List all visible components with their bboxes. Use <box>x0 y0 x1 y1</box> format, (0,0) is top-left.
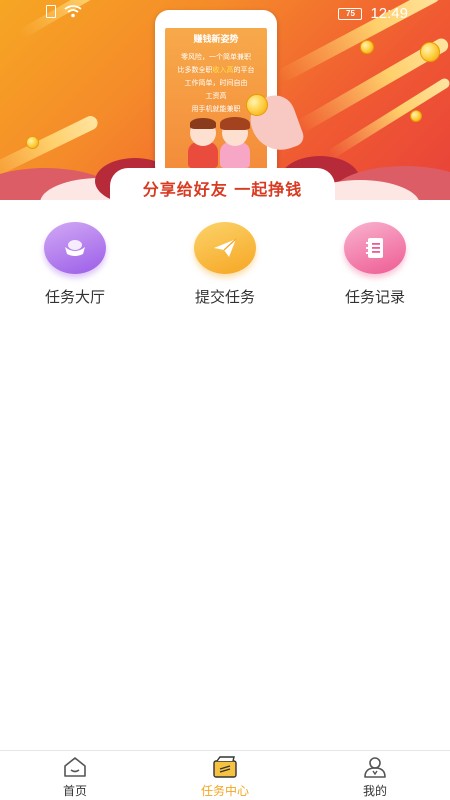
home-icon <box>64 757 86 777</box>
kid-hair <box>190 118 216 129</box>
tab-label: 首页 <box>62 784 87 798</box>
submit-task-entry[interactable]: 提交任务 <box>170 222 280 312</box>
entry-label: 任务大厅 <box>44 288 105 306</box>
tab-task-center[interactable]: 任务中心 <box>180 755 270 799</box>
phone-line: 工作简单，时间自由 <box>184 79 248 87</box>
notebook-icon <box>366 238 383 258</box>
banner-slogan: 分享给好友 一起挣钱 <box>142 180 303 199</box>
kid-hair <box>220 117 250 130</box>
phone-line: 零风险，一个简单兼职 <box>181 53 251 61</box>
bottom-tab-bar: 首页 任务中心 我的 <box>0 750 450 800</box>
phone-line: 比多数全职收入高的平台 <box>165 64 267 77</box>
status-bar: 75 12:49 <box>0 0 450 28</box>
ingot-icon <box>65 240 85 256</box>
task-record-entry[interactable]: 任务记录 <box>320 222 430 312</box>
coin-icon <box>420 42 440 62</box>
task-hall-entry[interactable]: 任务大厅 <box>20 222 130 312</box>
tab-label: 我的 <box>362 784 387 798</box>
phone-line-text: 的平台 <box>233 66 255 74</box>
light-ray-decoration <box>327 76 450 160</box>
phone-line-highlight: 收入高 <box>212 66 234 74</box>
task-center-icon <box>213 756 237 778</box>
battery-icon: 75 <box>338 7 363 20</box>
wifi-icon <box>64 5 82 18</box>
status-time: 12:49 <box>370 5 408 22</box>
phone-line-text: 比多数全职 <box>177 66 213 74</box>
entry-label: 任务记录 <box>344 288 405 306</box>
kids-illustration <box>182 112 262 172</box>
task-entries: 任务大厅 提交任务 任务记录 <box>0 200 450 320</box>
coin-icon <box>410 110 422 122</box>
tab-label: 任务中心 <box>200 784 249 798</box>
entry-icon-bg <box>344 222 406 274</box>
phone-title: 赚钱新姿势 <box>193 35 239 45</box>
entry-icon-bg <box>44 222 106 274</box>
entry-label: 提交任务 <box>194 288 255 306</box>
sim-card-icon <box>46 5 56 18</box>
promo-banner[interactable]: 赚钱新姿势 零风险，一个简单兼职 比多数全职收入高的平台 工作简单，时间自由 工… <box>0 0 450 200</box>
profile-icon <box>364 757 386 778</box>
entry-icon-bg <box>194 222 256 274</box>
paper-plane-icon <box>214 238 237 257</box>
coin-icon <box>26 136 39 149</box>
tab-home[interactable]: 首页 <box>30 755 120 799</box>
status-left <box>46 5 82 18</box>
coin-icon <box>360 40 374 54</box>
status-right: 75 12:49 <box>338 5 408 22</box>
tab-profile[interactable]: 我的 <box>330 755 420 799</box>
